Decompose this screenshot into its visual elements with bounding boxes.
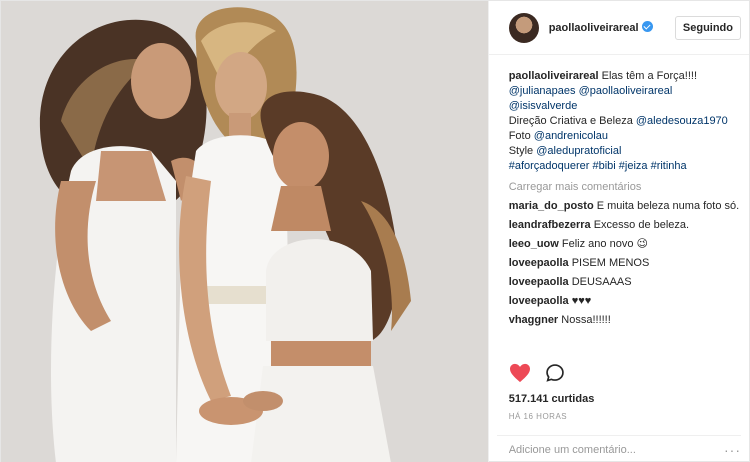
following-button[interactable]: Seguindo [674,15,741,40]
comment-text: PISEM MENOS [571,257,650,269]
heart-icon-svg [509,363,530,382]
load-more-comments-link[interactable]: Carregar mais comentários [509,180,741,195]
avatar[interactable] [508,12,539,43]
comment-text: E muita beleza numa foto só. [596,200,740,212]
heart-icon[interactable] [509,363,531,386]
direction-label: Direção Criativa e Beleza [508,115,633,127]
caption-hashtags[interactable]: #aforçadoquerer #bibi #jeiza #ritinha [509,160,687,172]
comment-item: vhaggner Nossa!!!!!! [509,313,741,328]
comment-item: loveepaolla DEUSAAAS [509,275,741,290]
post-photo[interactable] [1,1,488,462]
post-actions [509,359,565,389]
more-dots-icon[interactable]: ··· [724,443,741,457]
comment-bubble-icon[interactable] [545,363,565,386]
photo-credit-tag[interactable]: @andrenicolau [534,130,608,142]
comment-item: maria_do_posto E muita beleza numa foto … [509,199,741,214]
comment-user[interactable]: leeo_uow [509,238,559,250]
comment-user[interactable]: vhaggner [509,314,559,326]
comment-user[interactable]: loveepaolla [509,257,569,269]
caption-author[interactable]: paollaoliveirareal [509,70,599,82]
comment-bubble-icon-svg [545,363,564,382]
direction-tag[interactable]: @aledesouza1970 [636,115,728,127]
post-timestamp[interactable]: HÁ 16 HORAS [509,412,567,421]
username-text[interactable]: paollaoliveirareal [549,22,639,34]
comment-user[interactable]: loveepaolla [509,295,569,307]
caption-text: Elas têm a Força!!!! [601,70,698,82]
post-sidebar: paollaoliveirareal Seguindo paollaolivei… [487,1,749,462]
instagram-post: paollaoliveirareal Seguindo paollaolivei… [0,0,750,462]
comment-text: Excesso de beleza. [593,219,690,231]
verified-badge-icon [641,21,653,32]
style-label: Style [508,145,534,157]
comment-input[interactable] [496,439,697,460]
add-comment-bar: ··· [496,435,741,462]
comment-item: leandrafbezerra Excesso de beleza. [509,218,741,233]
photo-credit-label: Foto [508,130,531,142]
comment-text: DEUSAAAS [571,276,632,288]
comment-item: loveepaolla PISEM MENOS [509,256,741,271]
comment-text: ♥♥♥ [571,295,592,307]
caption-mentions-2[interactable]: @isisvalverde [509,100,578,112]
photo-illustration [1,1,488,462]
likes-count[interactable]: 517.141 curtidas [509,393,595,405]
comment-user[interactable]: leandrafbezerra [509,219,591,231]
comment-user[interactable]: maria_do_posto [509,200,594,212]
post-header: paollaoliveirareal Seguindo [488,1,749,55]
comment-text: Nossa!!!!!! [561,314,611,326]
comment-user[interactable]: loveepaolla [509,276,569,288]
style-tag[interactable]: @aledupratoficial [536,145,621,157]
comments-section: paollaoliveirareal Elas têm a Força!!!! … [489,55,749,355]
comment-text: Feliz ano novo 😉 [561,238,648,250]
caption: paollaoliveirareal Elas têm a Força!!!! … [509,69,741,174]
comment-item: loveepaolla ♥♥♥ [509,294,741,309]
caption-mentions-1[interactable]: @julianapaes @paollaoliveirareal [509,85,673,97]
comment-item: leeo_uow Feliz ano novo 😉 [509,237,741,252]
header-username[interactable]: paollaoliveirareal [549,21,653,34]
